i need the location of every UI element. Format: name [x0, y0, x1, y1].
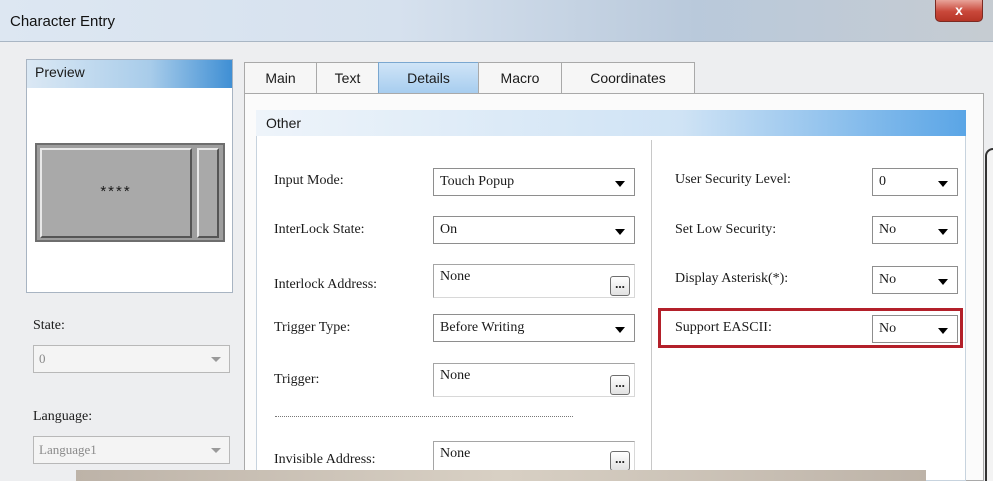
- taskbar-overlay: [76, 470, 926, 481]
- tab-text[interactable]: Text: [316, 62, 379, 93]
- user-security-label: User Security Level:: [675, 172, 791, 187]
- title-bar: Character Entry x: [0, 0, 993, 42]
- chevron-down-icon: [615, 181, 625, 187]
- window-title: Character Entry: [10, 13, 116, 30]
- interlock-state-select[interactable]: On: [433, 216, 635, 244]
- trigger-label: Trigger:: [274, 372, 320, 387]
- close-button[interactable]: x: [935, 0, 983, 22]
- invisible-address-value: None: [440, 446, 471, 461]
- trigger-browse-button[interactable]: ...: [610, 375, 630, 395]
- input-mode-value: Touch Popup: [440, 174, 515, 189]
- language-select[interactable]: Language1: [33, 436, 230, 464]
- chevron-down-icon: [938, 229, 948, 235]
- separator-line: [275, 416, 573, 417]
- low-security-label: Set Low Security:: [675, 222, 777, 237]
- display-asterisk-select[interactable]: No: [872, 266, 958, 294]
- interlock-address-field[interactable]: None: [433, 264, 635, 298]
- interlock-state-value: On: [440, 222, 458, 237]
- input-mode-select[interactable]: Touch Popup: [433, 168, 635, 196]
- state-label: State:: [33, 318, 65, 333]
- state-value: 0: [39, 351, 46, 366]
- invisible-address-label: Invisible Address:: [274, 452, 376, 467]
- tab-macro[interactable]: Macro: [478, 62, 562, 93]
- interlock-address-browse-button[interactable]: ...: [610, 276, 630, 296]
- display-asterisk-value: No: [879, 272, 897, 287]
- preview-display: ****: [40, 148, 192, 238]
- trigger-field[interactable]: None: [433, 363, 635, 397]
- display-asterisk-label: Display Asterisk(*):: [675, 271, 789, 286]
- low-security-value: No: [879, 222, 897, 237]
- state-select[interactable]: 0: [33, 345, 230, 373]
- trigger-type-select[interactable]: Before Writing: [433, 314, 635, 342]
- interlock-state-label: InterLock State:: [274, 222, 365, 237]
- language-label: Language:: [33, 409, 93, 424]
- tab-details[interactable]: Details: [378, 62, 479, 93]
- chevron-down-icon: [211, 448, 221, 453]
- preview-widget: ****: [35, 143, 225, 242]
- preview-panel: Preview ****: [26, 59, 233, 293]
- trigger-type-value: Before Writing: [440, 320, 525, 335]
- preview-header: Preview: [27, 60, 232, 88]
- interlock-address-label: Interlock Address:: [274, 277, 378, 292]
- user-security-value: 0: [879, 174, 886, 189]
- group-title: Other: [256, 110, 966, 136]
- invisible-address-browse-button[interactable]: ...: [610, 451, 630, 471]
- interlock-address-value: None: [440, 269, 471, 284]
- chevron-down-icon: [938, 181, 948, 187]
- tab-main[interactable]: Main: [244, 62, 317, 93]
- user-security-select[interactable]: 0: [872, 168, 958, 196]
- preview-side-bar: [197, 148, 219, 238]
- low-security-select[interactable]: No: [872, 216, 958, 244]
- input-mode-label: Input Mode:: [274, 173, 344, 188]
- chevron-down-icon: [615, 327, 625, 333]
- highlight-box: [658, 308, 963, 348]
- trigger-value: None: [440, 368, 471, 383]
- chevron-down-icon: [211, 357, 221, 362]
- chevron-down-icon: [938, 279, 948, 285]
- background-window-edge: [985, 148, 993, 481]
- column-divider: [651, 140, 652, 481]
- chevron-down-icon: [615, 229, 625, 235]
- language-value: Language1: [39, 442, 97, 457]
- tab-coordinates[interactable]: Coordinates: [561, 62, 695, 93]
- trigger-type-label: Trigger Type:: [274, 320, 351, 335]
